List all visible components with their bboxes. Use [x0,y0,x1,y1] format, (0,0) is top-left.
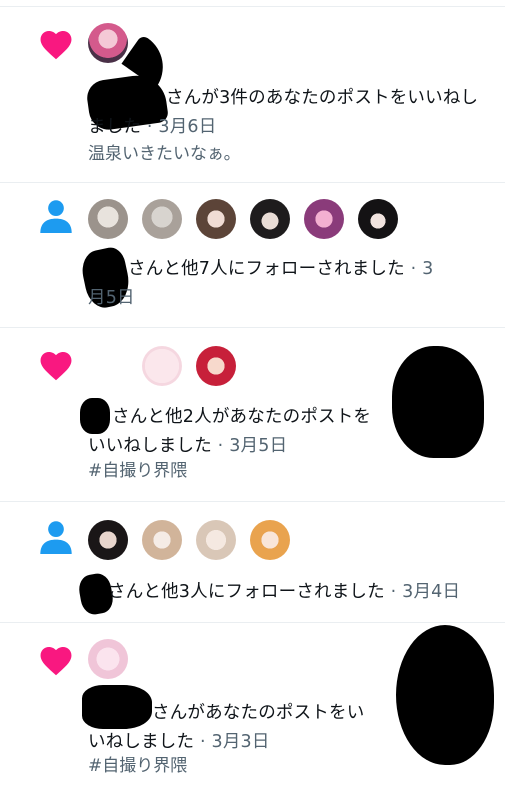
notification-date: · 3月3日 [199,732,270,752]
heart-icon [40,351,72,381]
notification-item[interactable]: さんと他3人にフォローされました · 3月4日 [0,502,505,621]
redaction [392,346,484,458]
avatar[interactable] [88,23,128,63]
avatar[interactable] [142,199,182,239]
avatar[interactable] [142,520,182,560]
notification-item[interactable]: さんと他2人があなたのポストをいいねしました · 3月5日 #自撮り界隈 [0,328,505,500]
post-snippet[interactable]: #自撮り界隈 [88,458,187,484]
notification-date: · 3月6日 [146,117,217,137]
person-icon [40,521,72,554]
notification-date: · 3月5日 [217,436,288,456]
notification-item[interactable]: さんと他7人にフォローされました · 3月5日 [0,183,505,326]
avatar[interactable] [196,520,236,560]
avatar[interactable] [88,639,128,679]
avatar[interactable] [88,346,128,386]
avatar[interactable] [142,346,182,386]
avatar[interactable] [304,199,344,239]
avatar[interactable] [196,199,236,239]
avatar[interactable] [250,520,290,560]
heart-icon [40,30,72,60]
notification-date: · 3月4日 [390,582,461,602]
notification-text: さんが3件のあなたのポストをいいねしました · 3月6日 [88,88,479,137]
person-icon [40,200,72,233]
notification-text: さんと他2人があなたのポストをいいねしました · 3月5日 [88,407,372,456]
notification-item[interactable]: さんがあなたのポストをいいねしました · 3月3日 #自撮り界隈 [0,623,505,800]
avatar[interactable] [88,520,128,560]
notification-item[interactable]: さんが3件のあなたのポストをいいねしました · 3月6日 温泉いきたいなぁ。 [0,7,505,181]
avatar[interactable] [250,199,290,239]
avatar[interactable] [196,346,236,386]
post-snippet[interactable]: 温泉いきたいなぁ。 [88,141,241,167]
notification-text: さんがあなたのポストをいいねしました · 3月3日 [88,703,365,752]
redaction [396,625,494,765]
notification-text: さんと他7人にフォローされました · 3月5日 [88,259,434,308]
avatar[interactable] [88,199,128,239]
avatar[interactable] [358,199,398,239]
notification-text: さんと他3人にフォローされました · 3月4日 [108,582,461,602]
heart-icon [40,646,72,676]
post-snippet[interactable]: #自撮り界隈 [88,753,187,779]
